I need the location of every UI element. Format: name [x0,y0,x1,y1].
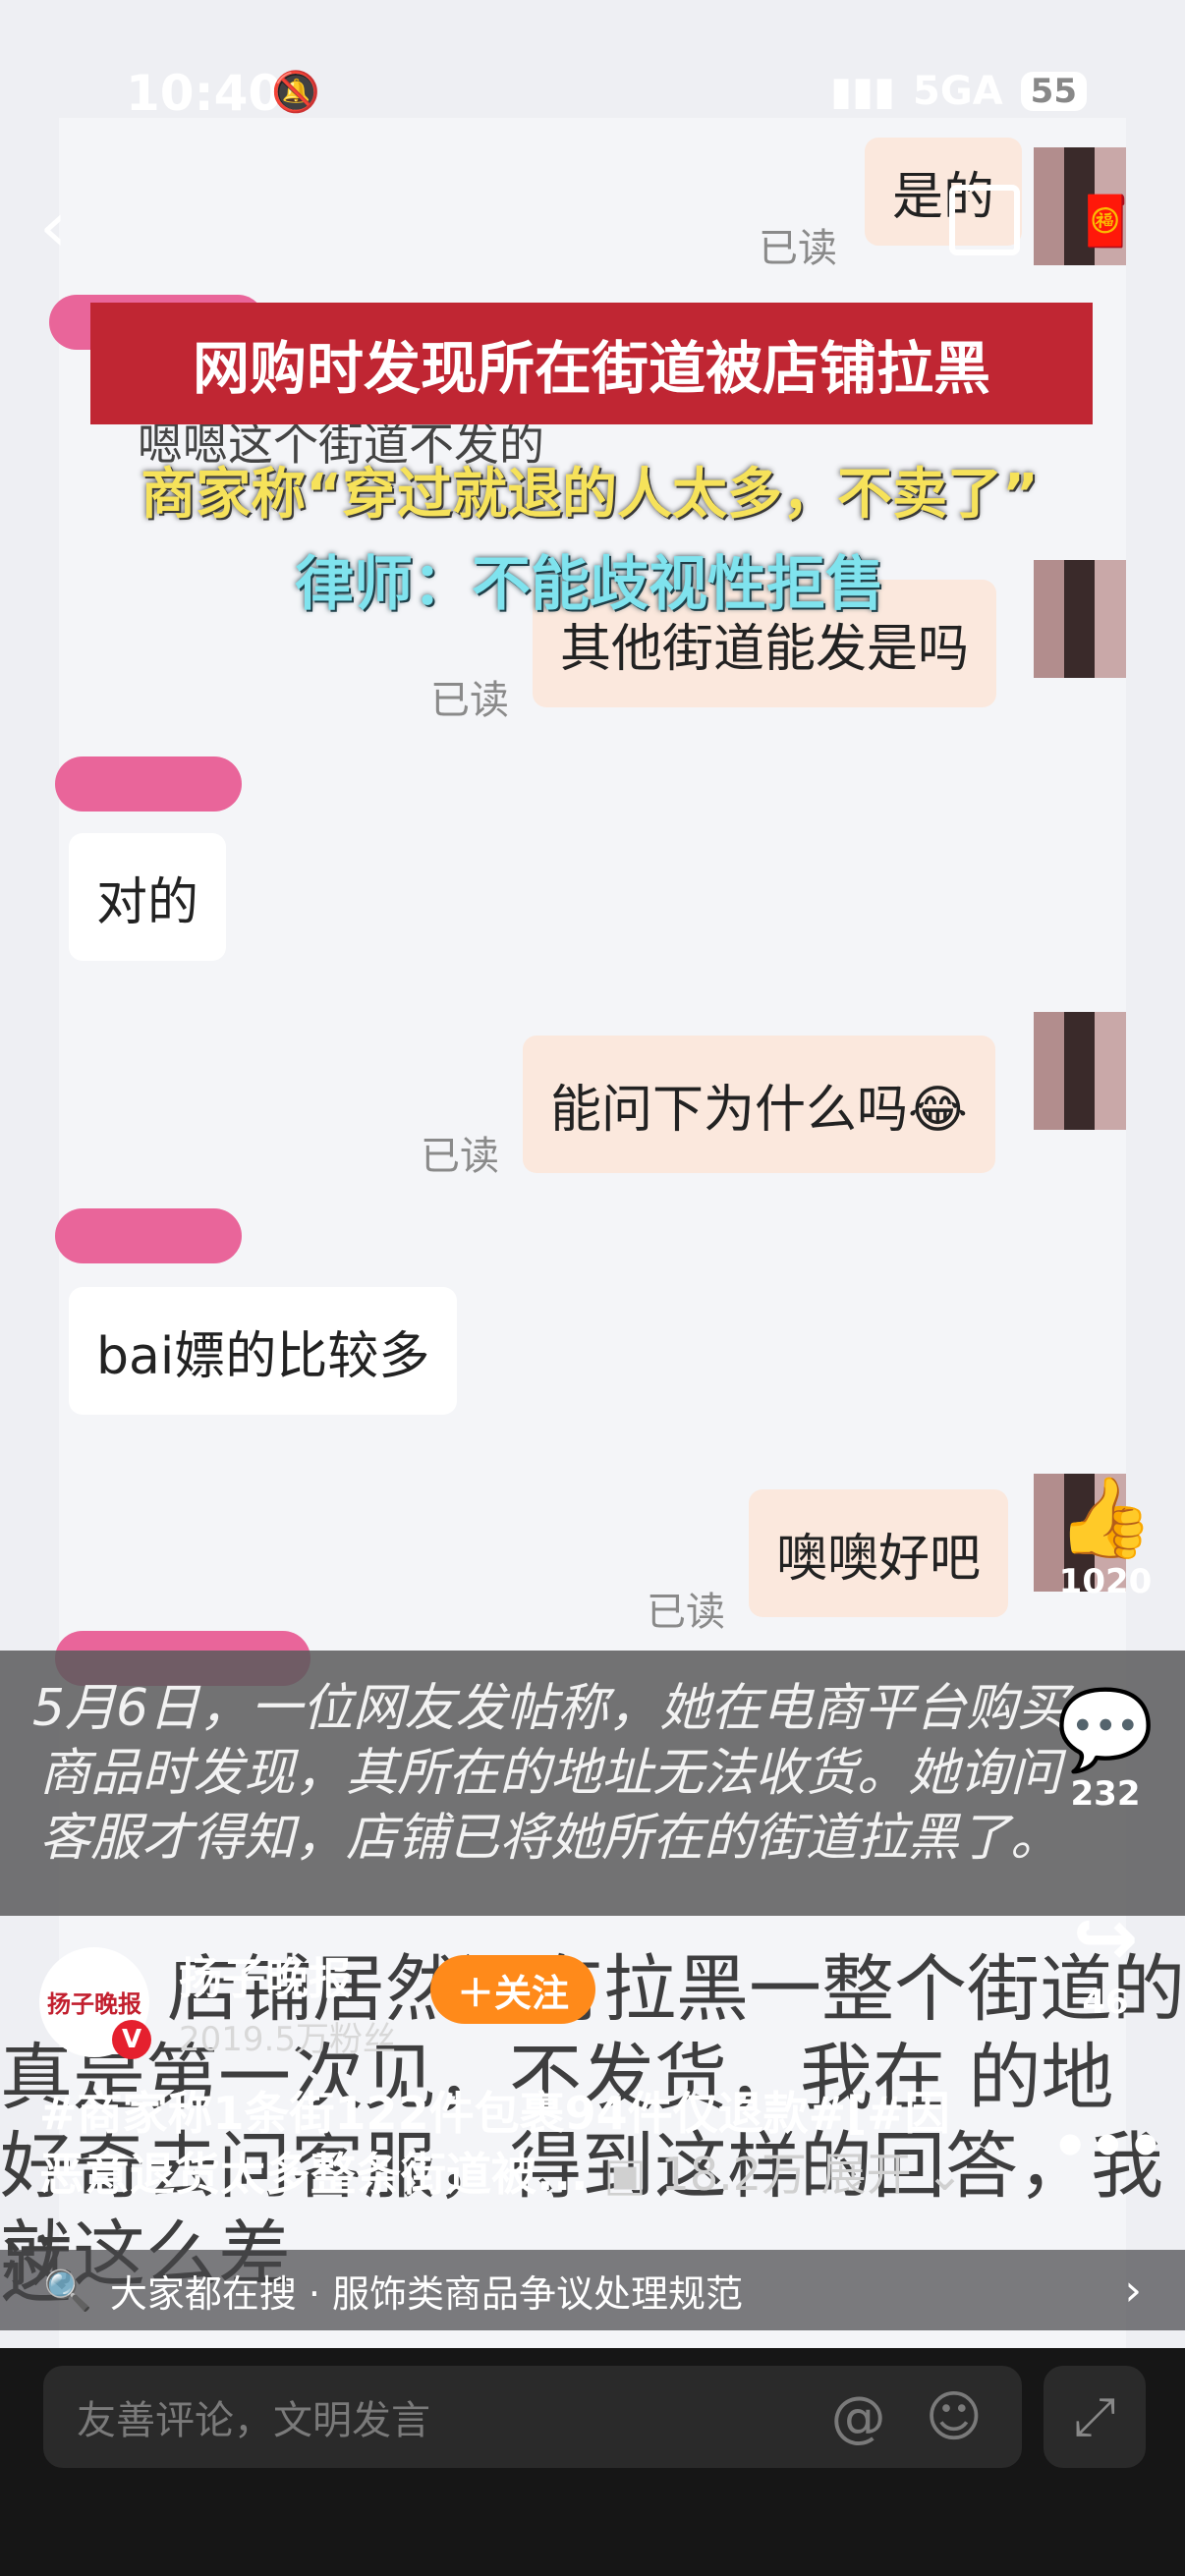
merchant-quote: 商家称“穿过就退的人太多，不卖了” [141,463,1039,527]
publisher-info: 扬子晚报 2019.5万粉丝 [179,1943,396,2060]
publisher-fans: 2019.5万粉丝 [179,2020,396,2059]
read-mark: 已读 [759,226,837,271]
publisher-avatar[interactable]: 扬子晚报 V [39,1946,151,2059]
thumb-up-icon: 👍 [1056,1472,1155,1563]
more-button[interactable]: ••• [1051,2112,1165,2181]
headline-banner: 网购时发现所在街道被店铺拉黑 [90,303,1093,424]
search-suggestion-bar[interactable]: 🔍 大家都在搜 · 服饰类商品争议处理规范 › [0,2250,1185,2330]
chat-bubble-right: 能问下为什么吗😂 [523,1036,995,1173]
verified-badge-icon: V [112,2019,151,2059]
search-icon: 🔍 [43,2268,92,2314]
screen-cast-icon[interactable] [949,185,1020,255]
comment-placeholder: 友善评论，文明发言 [77,2398,430,2443]
mention-icon[interactable]: @ [831,2385,886,2449]
expand-comment-icon[interactable]: ⤢ [1044,2366,1146,2468]
emoji-icon[interactable]: ☺ [926,2385,983,2449]
battery-icon: 55 [1020,72,1087,111]
comment-icon: 💬 [1056,1684,1155,1775]
video-caption: 5月6日，一位网友发帖称，她在电商平台购买商品时发现，其所在的地址无法收货。她询… [31,1679,1069,1868]
chat-bubble-left: bai嫖的比较多 [69,1287,458,1415]
mute-icon: 🔕 [271,70,320,115]
network-label: 5GA [913,69,1003,114]
red-packet-icon[interactable]: 🧧 [1075,193,1136,251]
avatar-mosaic [1034,1012,1126,1130]
status-time: 10:40 [126,65,283,122]
read-mark: 已读 [430,678,509,723]
comment-input[interactable]: 友善评论，文明发言 @ ☺ [43,2366,1022,2468]
publisher-row: 扬子晚报 V 扬子晚报 2019.5万粉丝 [39,1943,396,2060]
lawyer-quote: 律师：不能歧视性拒售 [295,550,884,619]
publisher-name[interactable]: 扬子晚报 [179,1943,396,2006]
share-count: 46 [1082,1983,1129,2022]
search-suggestion-text: 大家都在搜 · 服饰类商品争议处理规范 [109,2271,744,2316]
redaction-scribble [55,756,242,812]
plus-icon: ＋ [456,1971,494,2015]
like-count: 1020 [1058,1562,1153,1601]
expand-link[interactable]: 展开 [821,2148,912,2201]
description-meta: ▣ 18.2万 展开 ⌄ [603,2148,964,2201]
follow-button[interactable]: ＋关注 [430,1955,595,2024]
chat-bubble-right: 噢噢好吧 [749,1489,1009,1617]
read-mark: 已读 [421,1134,499,1179]
avatar-logo-text: 扬子晚报 [47,1990,141,2018]
video-description[interactable]: #商家称1条街122件包裹94件仅退款#[#因恶意退货太多整条街道被... ▣ … [39,2083,983,2205]
back-icon[interactable]: ‹ [39,187,67,267]
view-count: 18.2万 [660,2148,807,2201]
more-dots-icon: ••• [1051,2112,1165,2181]
status-indicators: ▮▮▮ 5GA 55 [830,69,1087,114]
comment-button[interactable]: 💬 232 [1051,1684,1159,1815]
share-icon: ↪ [1072,1892,1139,1984]
chevron-right-icon: › [1124,2265,1142,2316]
share-button[interactable]: ↪ 46 [1051,1892,1159,2023]
follow-label: 关注 [494,1971,570,2015]
chat-bubble-left: 对的 [69,833,227,961]
redaction-scribble [55,1208,242,1263]
comment-count: 232 [1070,1774,1141,1814]
signal-icon: ▮▮▮ [830,69,896,114]
read-mark: 已读 [647,1590,725,1635]
like-button[interactable]: 👍 1020 [1051,1472,1159,1602]
